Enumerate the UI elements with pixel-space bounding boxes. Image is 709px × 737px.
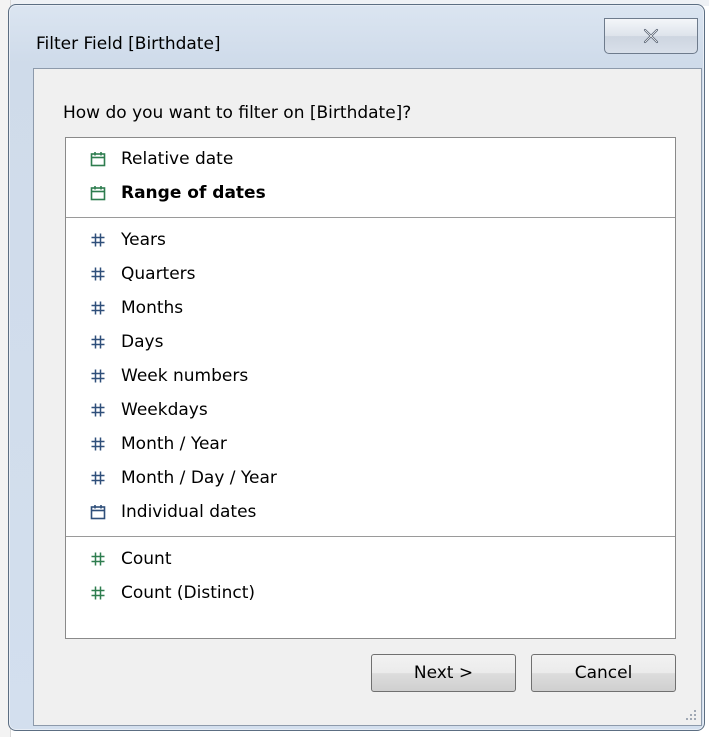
cancel-button[interactable]: Cancel bbox=[531, 654, 676, 692]
option-label: Days bbox=[121, 332, 164, 352]
resize-grip-icon[interactable] bbox=[685, 709, 697, 721]
option-month-year[interactable]: Month / Year bbox=[66, 427, 675, 461]
hash-icon bbox=[88, 332, 108, 352]
option-months[interactable]: Months bbox=[66, 291, 675, 325]
option-label: Weekdays bbox=[121, 400, 208, 420]
option-label: Month / Day / Year bbox=[121, 468, 277, 488]
next-button[interactable]: Next > bbox=[371, 654, 516, 692]
filter-question: How do you want to filter on [Birthdate]… bbox=[63, 103, 412, 123]
close-button[interactable] bbox=[604, 18, 698, 54]
option-label: Range of dates bbox=[121, 183, 266, 203]
close-icon bbox=[643, 28, 659, 44]
option-label: Individual dates bbox=[121, 502, 257, 522]
calendar-icon bbox=[88, 502, 108, 522]
calendar-icon bbox=[88, 149, 108, 169]
option-label: Count bbox=[121, 549, 172, 569]
option-days[interactable]: Days bbox=[66, 325, 675, 359]
option-relative-date[interactable]: Relative date bbox=[66, 142, 675, 176]
option-label: Week numbers bbox=[121, 366, 249, 386]
hash-icon bbox=[88, 583, 108, 603]
hash-icon bbox=[88, 468, 108, 488]
option-quarters[interactable]: Quarters bbox=[66, 257, 675, 291]
calendar-icon bbox=[88, 183, 108, 203]
option-label: Years bbox=[121, 230, 166, 250]
hash-icon bbox=[88, 298, 108, 318]
dialog-title: Filter Field [Birthdate] bbox=[36, 34, 221, 54]
dialog-body: How do you want to filter on [Birthdate]… bbox=[33, 68, 702, 726]
option-count[interactable]: Count bbox=[66, 542, 675, 576]
option-label: Count (Distinct) bbox=[121, 583, 255, 603]
hash-icon bbox=[88, 264, 108, 284]
option-range-of-dates[interactable]: Range of dates bbox=[66, 176, 675, 210]
option-week-numbers[interactable]: Week numbers bbox=[66, 359, 675, 393]
hash-icon bbox=[88, 230, 108, 250]
option-label: Months bbox=[121, 298, 184, 318]
option-years[interactable]: Years bbox=[66, 223, 675, 257]
option-label: Relative date bbox=[121, 149, 234, 169]
option-individual-dates[interactable]: Individual dates bbox=[66, 495, 675, 529]
option-label: Month / Year bbox=[121, 434, 227, 454]
option-count-distinct[interactable]: Count (Distinct) bbox=[66, 576, 675, 610]
option-weekdays[interactable]: Weekdays bbox=[66, 393, 675, 427]
hash-icon bbox=[88, 400, 108, 420]
option-month-day-year[interactable]: Month / Day / Year bbox=[66, 461, 675, 495]
list-separator bbox=[66, 217, 675, 218]
list-separator bbox=[66, 536, 675, 537]
hash-icon bbox=[88, 434, 108, 454]
option-label: Quarters bbox=[121, 264, 196, 284]
hash-icon bbox=[88, 366, 108, 386]
hash-icon bbox=[88, 549, 108, 569]
filter-field-dialog: Filter Field [Birthdate] How do you want… bbox=[8, 4, 705, 731]
filter-options-list: Relative date Range of dates Years Quart… bbox=[65, 137, 676, 639]
